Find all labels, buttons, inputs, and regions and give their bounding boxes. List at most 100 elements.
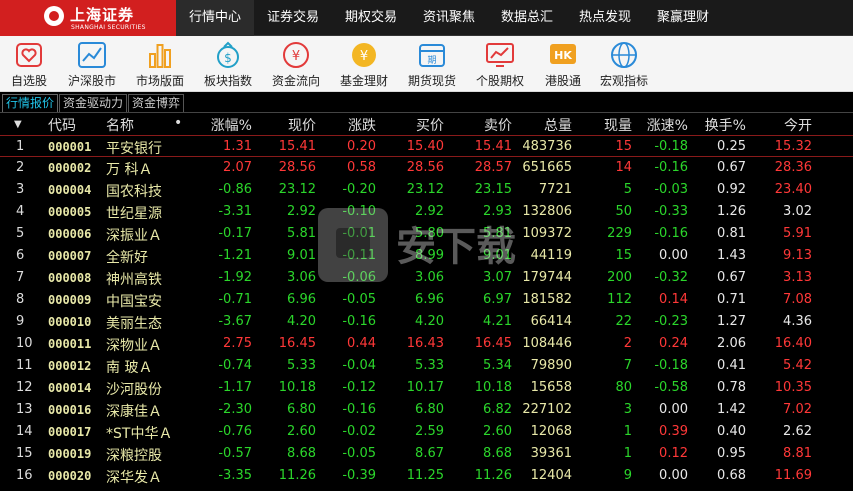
cell-price: 5.33 xyxy=(287,358,316,373)
table-row[interactable]: 7 000008 神州高铁 -1.92 3.06 -0.06 3.06 3.07 179744 2… xyxy=(0,267,853,289)
col-turnover[interactable]: 换手% xyxy=(690,115,746,135)
cell-current-vol: 3 xyxy=(623,402,632,417)
cell-open: 7.08 xyxy=(783,292,812,307)
cell-name: 深康佳Ａ xyxy=(106,404,162,420)
cell-ask: 16.45 xyxy=(474,336,512,351)
cell-open: 15.32 xyxy=(774,139,812,154)
monitor-chart-icon xyxy=(486,43,514,67)
table-row[interactable]: 13 000016 深康佳Ａ -2.30 6.80 -0.16 6.80 6.82 227102… xyxy=(0,399,853,421)
table-row[interactable]: 11 000012 南 玻Ａ -0.74 5.33 -0.04 5.33 5.34 79890 7… xyxy=(0,355,853,377)
tab-capital-drive[interactable]: 资金驱动力 xyxy=(59,94,128,112)
cell-change: -0.16 xyxy=(342,402,376,417)
cell-index: 2 xyxy=(16,160,25,175)
cell-price: 4.20 xyxy=(287,314,316,329)
trend-chart-icon xyxy=(78,42,106,68)
col-code[interactable]: 代码 xyxy=(48,115,76,135)
cell-current-vol: 2 xyxy=(623,336,632,351)
tool-macro-indicators[interactable]: 宏观指标 xyxy=(596,36,652,92)
table-row[interactable]: 10 000011 深物业Ａ 2.75 16.45 0.44 16.43 16.45 10844… xyxy=(0,333,853,355)
cell-code: 000004 xyxy=(48,183,92,197)
fund-coin-icon: ¥ xyxy=(352,43,376,67)
col-name[interactable]: 名称 xyxy=(106,115,134,135)
table-row[interactable]: 16 000020 深华发Ａ -3.35 11.26 -0.39 11.25 11.26 124… xyxy=(0,465,853,487)
table-row[interactable]: 8 000009 中国宝安 -0.71 6.96 -0.05 6.96 6.97 181582 1… xyxy=(0,289,853,311)
cell-speed: -0.58 xyxy=(654,380,688,395)
cell-open: 3.13 xyxy=(783,270,812,285)
table-row[interactable]: 3 000004 国农科技 -0.86 23.12 -0.20 23.12 23.15 7721… xyxy=(0,179,853,201)
nav-securities-trading[interactable]: 证券交易 xyxy=(254,0,332,36)
cell-change-pct: -0.57 xyxy=(218,446,252,461)
tool-stock-options[interactable]: 个股期权 xyxy=(472,36,528,92)
table-row[interactable]: 1 000001 平安银行 1.31 15.41 0.20 15.40 15.41 483736… xyxy=(0,135,853,157)
cell-ask: 10.18 xyxy=(474,380,512,395)
cell-speed: -0.33 xyxy=(654,204,688,219)
col-change-pct[interactable]: 涨幅% xyxy=(196,115,252,135)
cell-bid: 23.12 xyxy=(406,182,444,197)
cell-price: 3.06 xyxy=(287,270,316,285)
nav-hotspot[interactable]: 热点发现 xyxy=(566,0,644,36)
cell-change: -0.02 xyxy=(342,424,376,439)
table-row[interactable]: 2 000002 万 科Ａ 2.07 28.56 0.58 28.56 28.57 651665… xyxy=(0,157,853,179)
cell-index: 5 xyxy=(16,226,25,241)
tool-watchlist[interactable]: 自选股 xyxy=(6,36,52,92)
cell-price: 5.81 xyxy=(287,226,316,241)
tool-market-board[interactable]: 市场版面 xyxy=(132,36,188,92)
col-open[interactable]: 今开 xyxy=(766,115,812,135)
col-ask[interactable]: 卖价 xyxy=(466,115,512,135)
cell-bid: 8.99 xyxy=(415,248,444,263)
cell-speed: -0.16 xyxy=(654,160,688,175)
tool-capital-flow[interactable]: ¥ 资金流向 xyxy=(268,36,324,92)
cell-price: 8.68 xyxy=(287,446,316,461)
nav-market-center[interactable]: 行情中心 xyxy=(176,0,254,36)
tool-fund-finance[interactable]: ¥ 基金理财 xyxy=(336,36,392,92)
cell-code: 000002 xyxy=(48,161,92,175)
tool-shsz-market[interactable]: 沪深股市 xyxy=(64,36,120,92)
cell-change: 0.44 xyxy=(347,336,376,351)
table-row[interactable]: 6 000007 全新好 -1.21 9.01 -0.11 8.99 9.01 44119 15 0… xyxy=(0,245,853,267)
toolbar: 自选股 沪深股市 市场版面 $ 板块指数 ¥ 资金流向 ¥ 基金理财 期 期货现… xyxy=(0,36,853,92)
col-volume[interactable]: 总量 xyxy=(526,115,572,135)
nav-wealth[interactable]: 聚赢理财 xyxy=(644,0,722,36)
col-current-vol[interactable]: 现量 xyxy=(586,115,632,135)
cell-change-pct: -0.86 xyxy=(218,182,252,197)
cell-current-vol: 22 xyxy=(615,314,632,329)
table-row[interactable]: 14 000017 *ST中华Ａ -0.76 2.60 -0.02 2.59 2.60 1206… xyxy=(0,421,853,443)
cell-name: 万 科Ａ xyxy=(106,162,153,178)
tool-hk-connect[interactable]: HK 港股通 xyxy=(540,36,586,92)
cell-bid: 6.96 xyxy=(415,292,444,307)
cell-current-vol: 14 xyxy=(615,160,632,175)
table-row[interactable]: 9 000010 美丽生态 -3.67 4.20 -0.16 4.20 4.21 66414 22… xyxy=(0,311,853,333)
col-price[interactable]: 现价 xyxy=(270,115,316,135)
sort-toggle-icon[interactable]: ▼ xyxy=(14,119,22,130)
sub-tabs: 行情报价 资金驱动力 资金博弈 xyxy=(0,92,853,113)
table-row[interactable]: 4 000005 世纪星源 -3.31 2.92 -0.10 2.92 2.93 132806 5… xyxy=(0,201,853,223)
nav-options-trading[interactable]: 期权交易 xyxy=(332,0,410,36)
cell-code: 000016 xyxy=(48,403,92,417)
brand-emblem-icon xyxy=(44,6,64,26)
svg-text:HK: HK xyxy=(554,49,572,62)
tool-futures-spot[interactable]: 期 期货现货 xyxy=(404,36,460,92)
cell-name: 深物业Ａ xyxy=(106,338,162,354)
nav-news-focus[interactable]: 资讯聚焦 xyxy=(410,0,488,36)
col-speed[interactable]: 涨速% xyxy=(636,115,688,135)
cell-name: 国农科技 xyxy=(106,184,162,200)
cell-turnover: 0.92 xyxy=(717,182,746,197)
table-row[interactable]: 12 000014 沙河股份 -1.17 10.18 -0.12 10.17 10.18 156… xyxy=(0,377,853,399)
cell-change-pct: -3.67 xyxy=(218,314,252,329)
tab-capital-game[interactable]: 资金博弈 xyxy=(128,94,185,112)
col-bid[interactable]: 买价 xyxy=(398,115,444,135)
cell-index: 16 xyxy=(16,468,33,483)
tab-quotes[interactable]: 行情报价 xyxy=(2,94,59,112)
cell-turnover: 0.40 xyxy=(717,424,746,439)
cell-code: 000008 xyxy=(48,271,92,285)
table-row[interactable]: 15 000019 深粮控股 -0.57 8.68 -0.05 8.67 8.68 39361 1… xyxy=(0,443,853,465)
tool-sector-index[interactable]: $ 板块指数 xyxy=(200,36,256,92)
cell-ask: 11.26 xyxy=(474,468,512,483)
nav-data-summary[interactable]: 数据总汇 xyxy=(488,0,566,36)
col-change[interactable]: 涨跌 xyxy=(330,115,376,135)
cell-change-pct: -1.17 xyxy=(218,380,252,395)
cell-current-vol: 7 xyxy=(623,358,632,373)
cell-code: 000010 xyxy=(48,315,92,329)
cell-open: 2.62 xyxy=(783,424,812,439)
table-row[interactable]: 5 000006 深振业Ａ -0.17 5.81 -0.01 5.80 5.81 109372 2… xyxy=(0,223,853,245)
